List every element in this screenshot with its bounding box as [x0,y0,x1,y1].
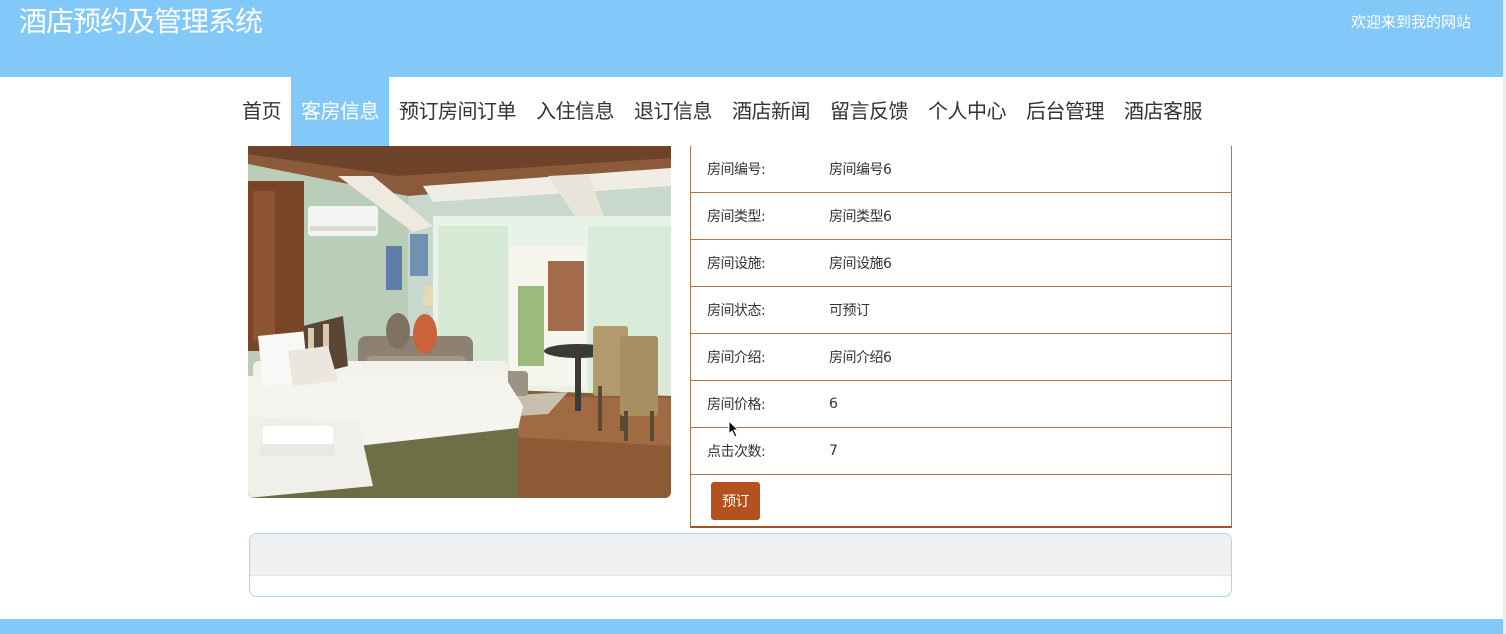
room-details-table: 房间编号: 房间编号6 房间类型: 房间类型6 房间设施: 房间设施6 房间状态… [690,146,1232,528]
detail-row-room-status: 房间状态: 可预订 [691,287,1231,334]
detail-row-room-type: 房间类型: 房间类型6 [691,193,1231,240]
nav-customer-service[interactable]: 酒店客服 [1114,77,1212,146]
site-title: 酒店预约及管理系统 [19,5,263,38]
room-price-value: 6 [829,396,838,412]
detail-row-room-number: 房间编号: 房间编号6 [691,146,1231,193]
detail-row-room-intro: 房间介绍: 房间介绍6 [691,334,1231,381]
mouse-cursor-icon [728,420,740,438]
nav-room-orders[interactable]: 预订房间订单 [389,77,526,146]
room-facilities-value: 房间设施6 [829,256,892,272]
nav-feedback[interactable]: 留言反馈 [820,77,918,146]
room-intro-label: 房间介绍: [707,350,766,366]
nav-admin[interactable]: 后台管理 [1016,77,1114,146]
room-price-label: 房间价格: [707,397,766,413]
welcome-text: 欢迎来到我的网站 [1350,13,1471,31]
room-intro-value: 房间介绍6 [829,350,892,366]
site-header: 酒店预约及管理系统 欢迎来到我的网站 [0,0,1503,77]
nav-home[interactable]: 首页 [232,77,291,146]
click-count-label: 点击次数: [707,444,766,460]
comment-panel [249,533,1232,597]
detail-actions: 预订 [691,475,1231,526]
room-type-value: 房间类型6 [829,209,892,225]
nav-room-info[interactable]: 客房信息 [291,77,389,146]
room-photo [248,146,671,498]
detail-row-room-facilities: 房间设施: 房间设施6 [691,240,1231,287]
nav-personal-center[interactable]: 个人中心 [918,77,1016,146]
comment-panel-header [250,534,1231,576]
click-count-value: 7 [829,443,838,459]
nav-hotel-news[interactable]: 酒店新闻 [722,77,820,146]
nav-checkin-info[interactable]: 入住信息 [526,77,624,146]
detail-row-click-count: 点击次数: 7 [691,428,1231,475]
book-button[interactable]: 预订 [711,481,760,520]
main-nav: 首页 客房信息 预订房间订单 入住信息 退订信息 酒店新闻 留言反馈 个人中心 … [232,77,1212,146]
nav-cancel-info[interactable]: 退订信息 [624,77,722,146]
detail-row-room-price: 房间价格: 6 [691,381,1231,428]
room-facilities-label: 房间设施: [707,256,766,272]
room-status-label: 房间状态: [707,303,766,319]
room-type-label: 房间类型: [707,209,766,225]
room-number-label: 房间编号: [707,162,766,178]
room-status-value: 可预订 [829,303,870,319]
site-footer [0,619,1503,634]
room-number-value: 房间编号6 [829,162,892,178]
